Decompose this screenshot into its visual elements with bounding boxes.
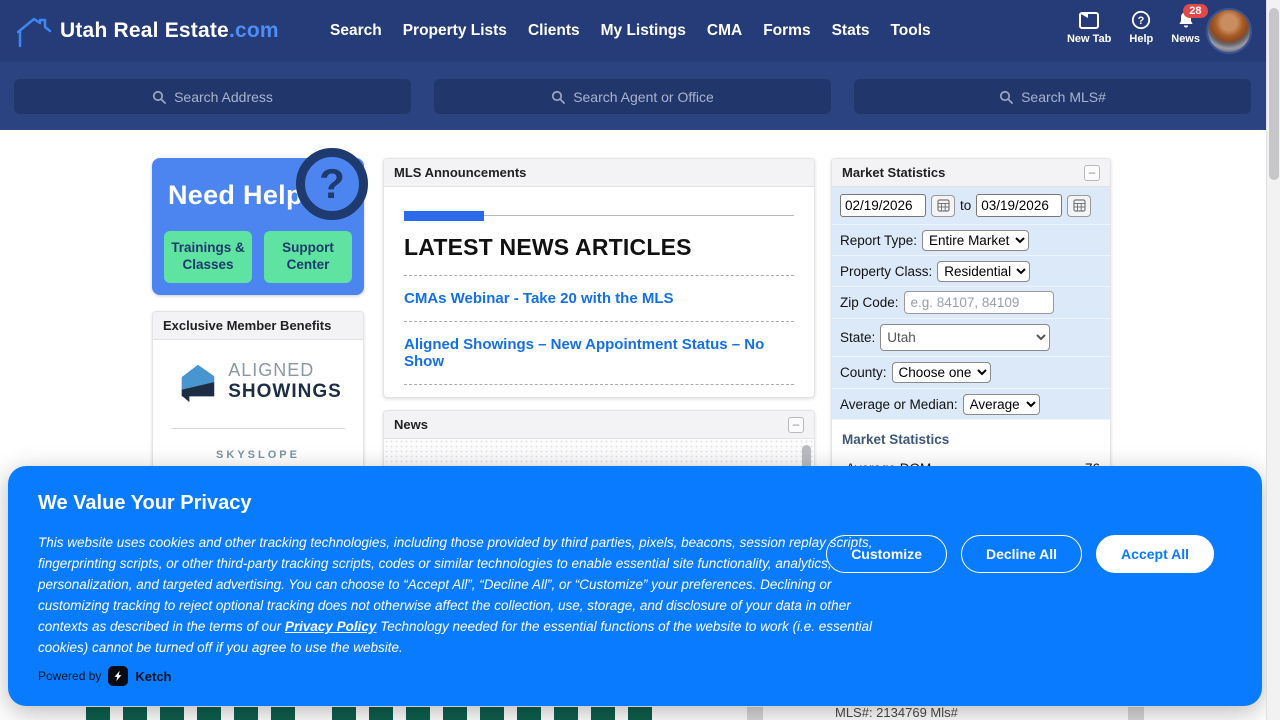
search-agent-input[interactable]: Search Agent or Office xyxy=(434,79,831,114)
news-title: News xyxy=(394,417,428,432)
calendar-button[interactable] xyxy=(931,195,955,217)
report-type-row: Report Type: Entire Market xyxy=(832,225,1110,256)
county-select[interactable]: Choose one xyxy=(892,362,991,383)
accept-all-button[interactable]: Accept All xyxy=(1096,535,1214,573)
nav-search[interactable]: Search xyxy=(330,22,382,40)
calendar-button[interactable] xyxy=(1067,195,1091,217)
market-statistics-subheading: Market Statistics xyxy=(842,432,1100,447)
mls-announcements-card: MLS Announcements LATEST NEWS ARTICLES C… xyxy=(383,158,815,398)
header-actions: New Tab ? Help 28 News xyxy=(1067,10,1200,45)
aligned-showings-logo[interactable]: ALIGNED SHOWINGS xyxy=(153,340,363,422)
privacy-banner-title: We Value Your Privacy xyxy=(38,492,251,515)
nav-forms[interactable]: Forms xyxy=(763,22,810,40)
average-median-select[interactable]: Average xyxy=(963,394,1040,415)
collapse-button[interactable]: – xyxy=(788,417,804,433)
search-icon xyxy=(551,90,565,104)
latest-news-heading: LATEST NEWS ARTICLES xyxy=(404,234,794,261)
nav-tools[interactable]: Tools xyxy=(890,22,930,40)
search-address-input[interactable]: Search Address xyxy=(14,79,411,114)
calendar-icon xyxy=(1073,199,1086,212)
partially-visible-headline xyxy=(332,707,658,720)
property-class-select[interactable]: Residential xyxy=(937,261,1030,282)
new-tab-button[interactable]: New Tab xyxy=(1067,10,1111,45)
cookie-consent-banner: We Value Your Privacy This website uses … xyxy=(8,466,1262,706)
property-class-row: Property Class: Residential xyxy=(832,256,1110,287)
help-button[interactable]: ? Help xyxy=(1129,10,1153,45)
search-mls-input[interactable]: Search MLS# xyxy=(854,79,1251,114)
nav-stats[interactable]: Stats xyxy=(832,22,870,40)
aligned-showings-icon xyxy=(174,358,220,404)
heading-rule xyxy=(404,215,794,216)
state-select[interactable]: Utah xyxy=(880,324,1050,351)
average-median-row: Average or Median: Average xyxy=(832,389,1110,420)
article-link[interactable]: Aligned Showings – New Appointment Statu… xyxy=(404,336,794,370)
user-avatar[interactable] xyxy=(1206,8,1252,54)
need-help-card: Need Help ? Trainings & Classes Support … xyxy=(152,158,364,295)
dashed-divider xyxy=(404,384,794,385)
nav-cma[interactable]: CMA xyxy=(707,22,742,40)
news-badge: 28 xyxy=(1183,4,1207,18)
top-navigation-bar: Utah Real Estate.com Search Property Lis… xyxy=(0,0,1280,62)
site-logo[interactable]: Utah Real Estate.com xyxy=(14,12,279,50)
page-fragment xyxy=(1128,707,1144,720)
nav-my-listings[interactable]: My Listings xyxy=(601,22,686,40)
quick-search-row: Search Address Search Agent or Office Se… xyxy=(0,62,1280,130)
question-mark-icon: ? xyxy=(296,148,368,220)
trainings-classes-button[interactable]: Trainings & Classes xyxy=(164,231,252,283)
support-center-button[interactable]: Support Center xyxy=(264,231,352,283)
privacy-policy-link[interactable]: Privacy Policy xyxy=(285,619,377,634)
page-scrollbar[interactable] xyxy=(1266,0,1280,720)
zip-code-input[interactable] xyxy=(904,291,1054,314)
powered-by-ketch[interactable]: Powered by Ketch xyxy=(38,666,172,686)
page-scrollbar-thumb[interactable] xyxy=(1269,8,1279,180)
county-row: County: Choose one xyxy=(832,357,1110,389)
customize-button[interactable]: Customize xyxy=(826,535,947,573)
need-help-title: Need Help xyxy=(168,180,303,211)
search-icon xyxy=(999,90,1013,104)
article-link[interactable]: CMAs Webinar - Take 20 with the MLS xyxy=(404,290,794,307)
date-to-input[interactable] xyxy=(976,194,1062,217)
calendar-icon xyxy=(937,199,950,212)
state-row: State: Utah xyxy=(832,319,1110,357)
divider xyxy=(171,428,345,429)
help-icon: ? xyxy=(1130,10,1152,30)
market-statistics-title: Market Statistics xyxy=(842,165,945,180)
mls-reference-text: MLS#: 2134769 Mls# xyxy=(835,705,958,720)
mls-announcements-title: MLS Announcements xyxy=(394,165,526,180)
ketch-icon xyxy=(108,666,128,686)
decline-all-button[interactable]: Decline All xyxy=(961,535,1082,573)
house-logo-icon xyxy=(14,12,54,50)
nav-property-lists[interactable]: Property Lists xyxy=(403,22,507,40)
new-tab-icon xyxy=(1078,10,1100,30)
main-navigation: Search Property Lists Clients My Listing… xyxy=(330,0,931,62)
dashed-divider xyxy=(404,275,794,276)
zip-code-row: Zip Code: xyxy=(832,287,1110,319)
member-benefits-title: Exclusive Member Benefits xyxy=(163,318,331,333)
blue-accent-bar xyxy=(404,211,484,221)
news-button[interactable]: 28 News xyxy=(1171,10,1200,45)
partially-visible-headline xyxy=(86,707,298,720)
report-type-select[interactable]: Entire Market xyxy=(922,230,1029,251)
dashed-divider xyxy=(404,321,794,322)
svg-text:?: ? xyxy=(1138,15,1145,27)
page-fragment xyxy=(747,707,763,720)
date-from-input[interactable] xyxy=(840,194,926,217)
privacy-banner-text: This website uses cookies and other trac… xyxy=(38,532,886,658)
nav-clients[interactable]: Clients xyxy=(528,22,580,40)
site-logo-text: Utah Real Estate.com xyxy=(60,19,279,43)
date-range-row: to xyxy=(832,187,1110,225)
collapse-button[interactable]: – xyxy=(1084,165,1100,181)
search-icon xyxy=(152,90,166,104)
